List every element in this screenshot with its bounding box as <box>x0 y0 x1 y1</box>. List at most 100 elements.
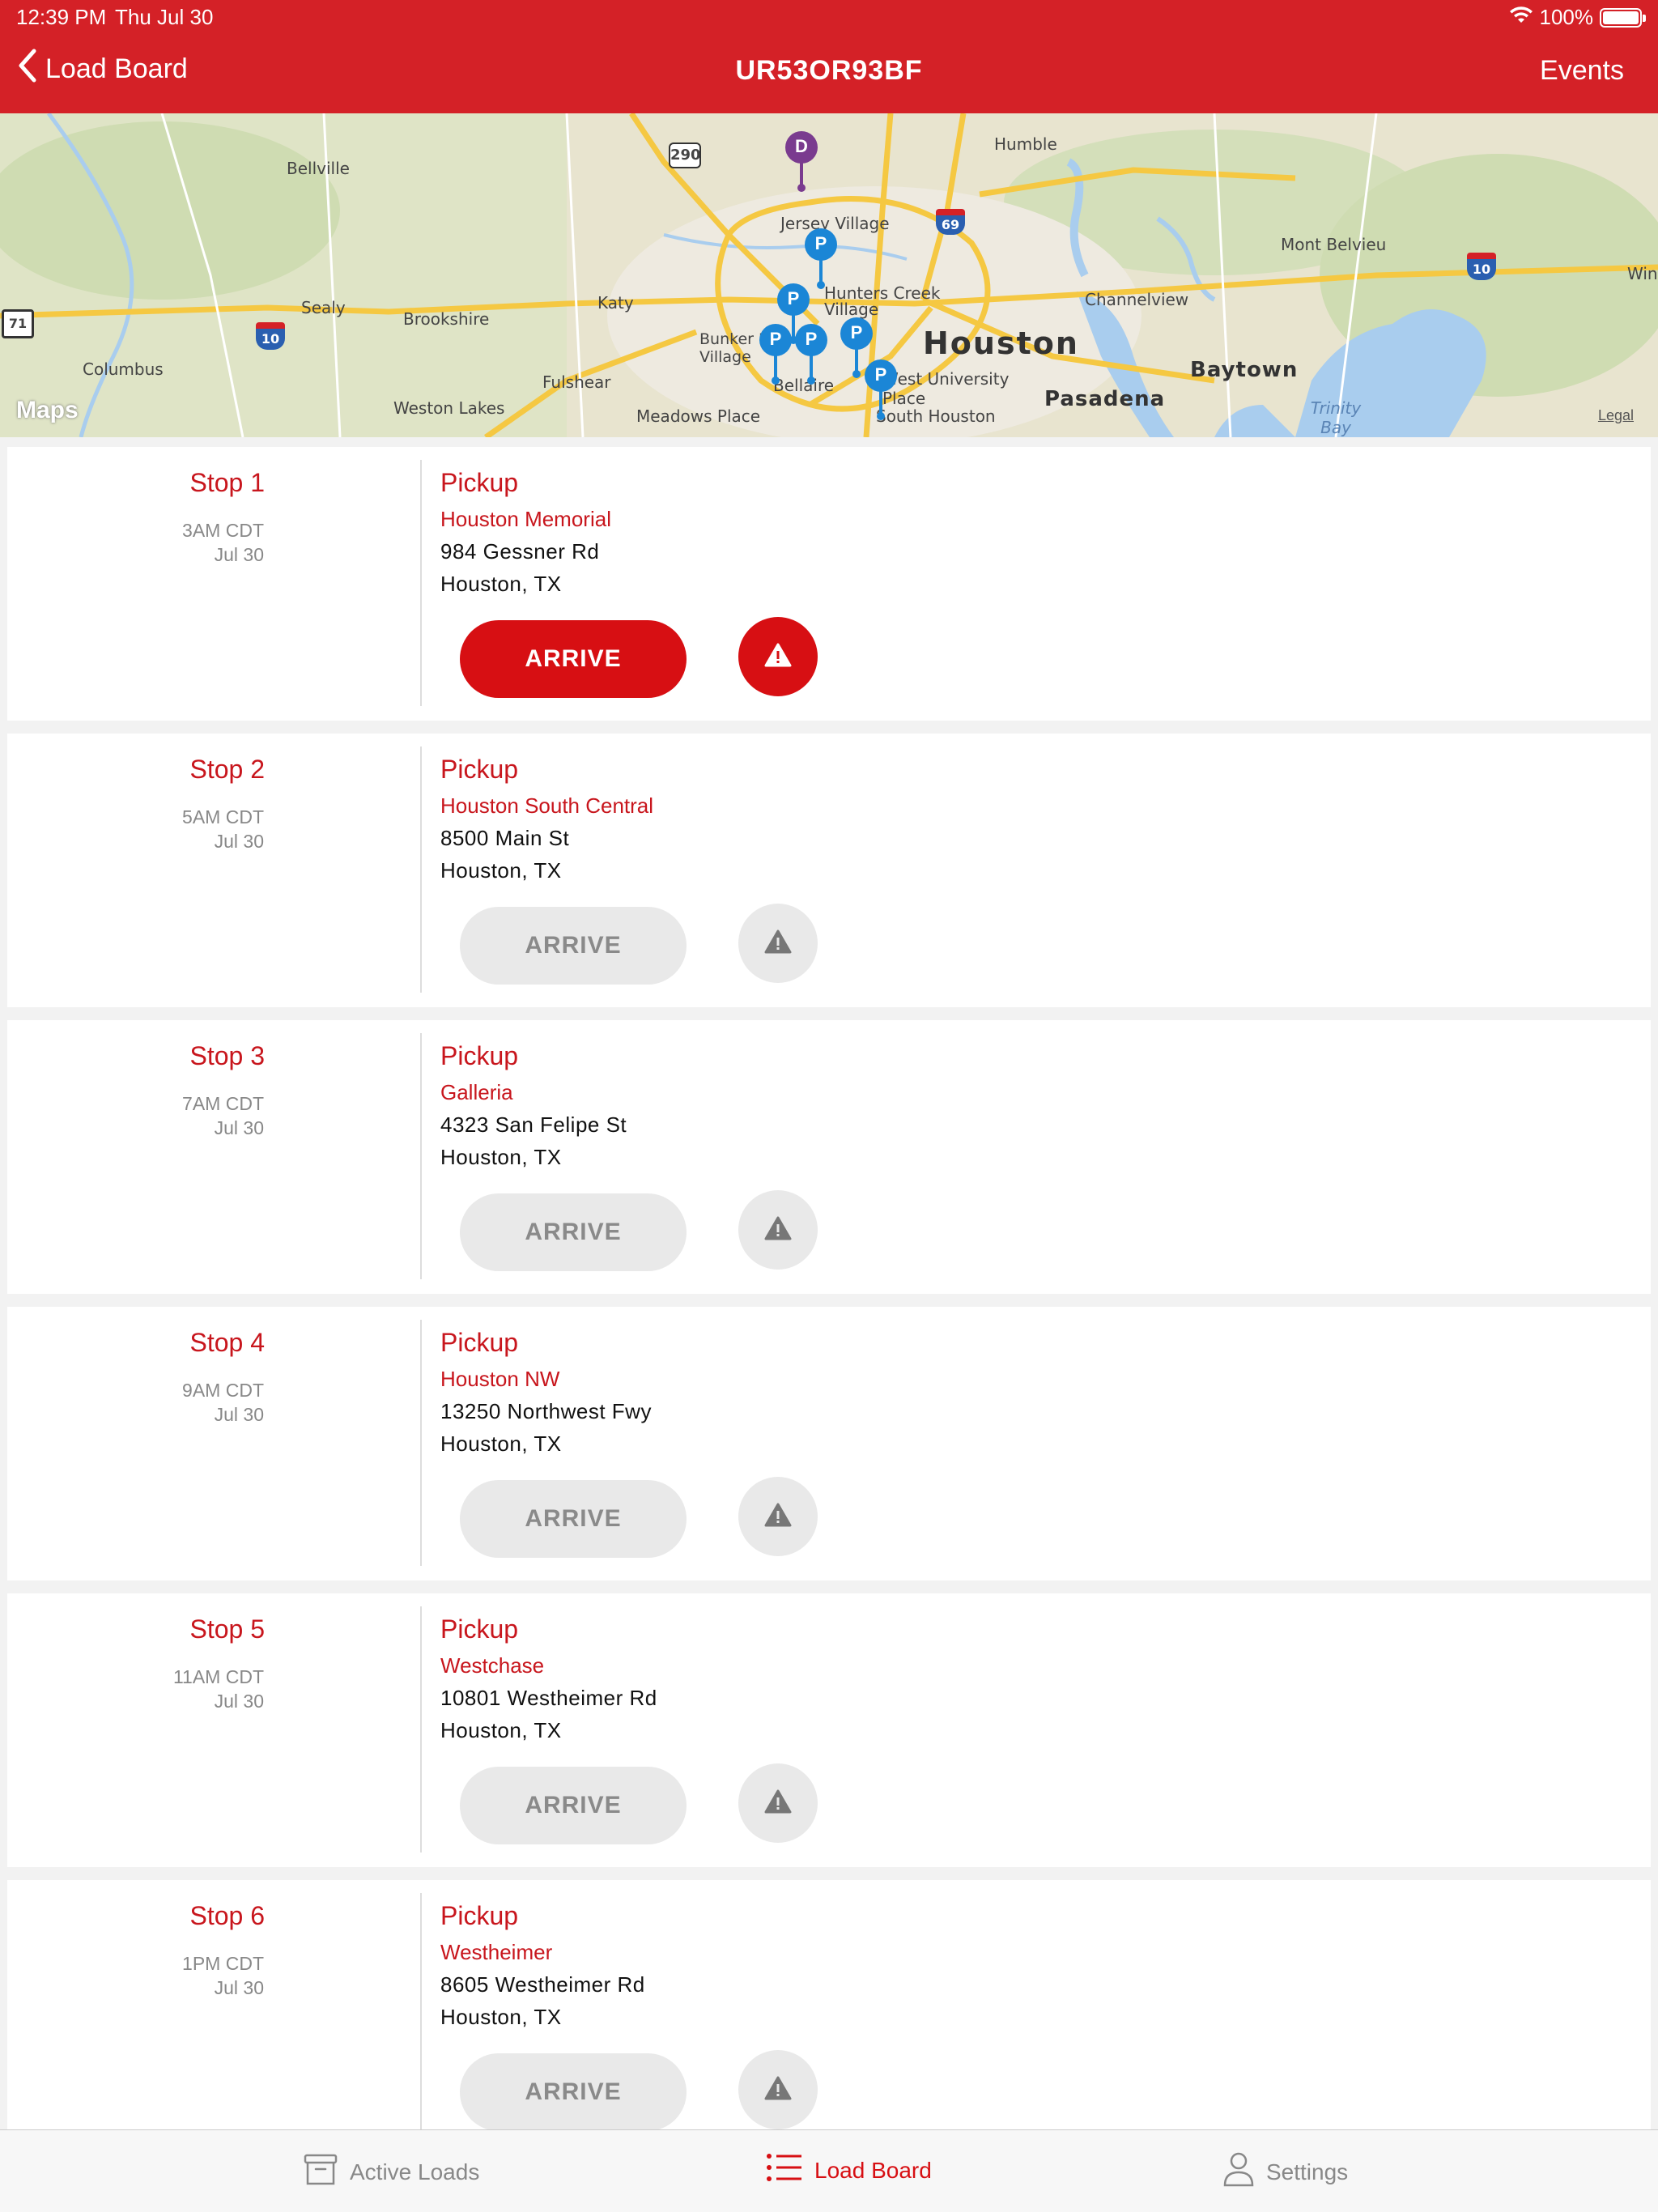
stop-card: Stop 2 5AM CDT Jul 30 Pickup Houston Sou… <box>7 734 1651 1007</box>
arrive-button[interactable]: ARRIVE <box>460 907 687 985</box>
archive-box-icon <box>303 2151 338 2193</box>
divider <box>420 1606 422 1853</box>
stop-time: 3AM CDT <box>182 520 264 541</box>
map-label-humble: Humble <box>994 134 1057 154</box>
us-290-shield: 290 <box>669 143 701 168</box>
i-69-shield: 69 <box>936 209 965 235</box>
map-label-channelview: Channelview <box>1085 290 1189 309</box>
map-label-meadows-place: Meadows Place <box>636 406 761 426</box>
report-issue-button[interactable] <box>738 2050 818 2129</box>
report-issue-button[interactable] <box>738 617 818 696</box>
report-issue-button[interactable] <box>738 1763 818 1843</box>
map-label-brookshire: Brookshire <box>403 309 490 329</box>
map-label-weston-lakes: Weston Lakes <box>393 398 505 418</box>
map-label-fulshear: Fulshear <box>542 372 611 392</box>
stop-location: Westchase <box>440 1653 545 1678</box>
arrive-button[interactable]: ARRIVE <box>460 1193 687 1271</box>
pickup-pin-label: P <box>805 329 818 349</box>
pickup-pin-label: P <box>787 288 800 308</box>
warning-icon <box>764 2076 792 2104</box>
stop-city: Houston, TX <box>440 1718 562 1742</box>
stop-time: 7AM CDT <box>182 1093 264 1114</box>
warning-icon <box>764 1216 792 1244</box>
pickup-pin-label: P <box>769 329 782 349</box>
status-date: Thu Jul 30 <box>115 5 214 29</box>
map-label-trinity-bay: Trinity Bay <box>1310 398 1362 437</box>
stop-street: 10801 Westheimer Rd <box>440 1686 657 1710</box>
top-bar: 12:39 PM Thu Jul 30 100% Load Board UR53… <box>0 0 1658 113</box>
map-label-pasadena: Pasadena <box>1044 387 1166 411</box>
status-right: 100% <box>1509 5 1646 30</box>
stop-meta: Stop 6 1PM CDT Jul 30 <box>7 1880 420 2129</box>
tab-active-loads[interactable]: Active Loads <box>303 2151 479 2193</box>
stop-card: Stop 6 1PM CDT Jul 30 Pickup Westheimer … <box>7 1880 1651 2129</box>
battery-percent: 100% <box>1539 5 1594 29</box>
i-10-west-shield: 10 <box>256 322 285 350</box>
stop-name: Stop 3 <box>189 1041 265 1070</box>
map-label-houston: Houston <box>923 325 1079 361</box>
tab-active-loads-label: Active Loads <box>350 2159 480 2184</box>
stop-meta: Stop 2 5AM CDT Jul 30 <box>7 734 420 1007</box>
stop-city: Houston, TX <box>440 2005 562 2029</box>
arrive-button[interactable]: ARRIVE <box>460 1480 687 1558</box>
stop-location: Galleria <box>440 1080 513 1104</box>
events-button[interactable]: Events <box>1540 55 1624 87</box>
maps-logo-text: Maps <box>16 397 79 423</box>
pickup-pin-label: P <box>874 364 887 385</box>
stop-city: Houston, TX <box>440 1145 562 1169</box>
map-label-bellville: Bellville <box>287 159 350 178</box>
report-issue-button[interactable] <box>738 1190 818 1270</box>
map-label-katy: Katy <box>597 293 634 313</box>
divider <box>420 747 422 993</box>
list-icon <box>766 2151 803 2189</box>
stop-street: 8605 Westheimer Rd <box>440 1972 645 1997</box>
arrive-button[interactable]: ARRIVE <box>460 2053 687 2129</box>
stop-name: Stop 4 <box>189 1328 265 1357</box>
stop-time: 9AM CDT <box>182 1380 264 1401</box>
divider <box>420 1893 422 2129</box>
stop-type: Pickup <box>440 1614 519 1644</box>
stop-meta: Stop 4 9AM CDT Jul 30 <box>7 1307 420 1580</box>
stop-card: Stop 4 9AM CDT Jul 30 Pickup Houston NW … <box>7 1307 1651 1580</box>
stop-time: 5AM CDT <box>182 806 264 827</box>
route-map[interactable]: 290 69 10 10 71 Bellville Humble Jersey … <box>0 113 1658 437</box>
map-label-baytown: Baytown <box>1190 358 1299 382</box>
warning-icon <box>764 1503 792 1531</box>
stop-location: Houston South Central <box>440 793 654 818</box>
report-issue-button[interactable] <box>738 904 818 983</box>
stop-name: Stop 5 <box>189 1614 265 1644</box>
legal-link[interactable]: Legal <box>1598 407 1634 424</box>
stop-card: Stop 5 11AM CDT Jul 30 Pickup Westchase … <box>7 1593 1651 1867</box>
stop-type: Pickup <box>440 755 519 784</box>
stop-type: Pickup <box>440 468 519 497</box>
battery-icon <box>1600 7 1646 28</box>
pickup-pin-label: P <box>814 233 827 253</box>
tab-load-board[interactable]: Load Board <box>766 2151 932 2189</box>
arrive-button[interactable]: ARRIVE <box>460 620 687 698</box>
stop-type: Pickup <box>440 1901 519 1930</box>
stop-street: 13250 Northwest Fwy <box>440 1399 652 1423</box>
stop-street: 984 Gessner Rd <box>440 539 600 564</box>
stop-location: Westheimer <box>440 1940 553 1964</box>
divider <box>420 1033 422 1279</box>
tab-load-board-label: Load Board <box>814 2157 932 2183</box>
stop-date: Jul 30 <box>214 1404 264 1425</box>
tab-bar: Active Loads Load Board Settings <box>0 2129 1658 2212</box>
map-label-sealy: Sealy <box>301 298 346 317</box>
stop-card: Stop 1 3AM CDT Jul 30 Pickup Houston Mem… <box>7 447 1651 721</box>
stop-type: Pickup <box>440 1328 519 1357</box>
stop-time: 11AM CDT <box>172 1666 264 1687</box>
stop-street: 8500 Main St <box>440 826 570 850</box>
stop-city: Houston, TX <box>440 572 562 596</box>
apple-maps-logo: Maps <box>16 397 79 424</box>
person-icon <box>1222 2151 1255 2193</box>
stops-list[interactable]: Stop 1 3AM CDT Jul 30 Pickup Houston Mem… <box>0 437 1658 2129</box>
divider <box>420 1320 422 1566</box>
warning-icon <box>764 643 792 671</box>
arrive-button[interactable]: ARRIVE <box>460 1767 687 1844</box>
stop-meta: Stop 3 7AM CDT Jul 30 <box>7 1020 420 1294</box>
stop-location: Houston NW <box>440 1367 560 1391</box>
tab-settings[interactable]: Settings <box>1222 2151 1348 2193</box>
pickup-pin-label: P <box>850 322 863 342</box>
report-issue-button[interactable] <box>738 1477 818 1556</box>
